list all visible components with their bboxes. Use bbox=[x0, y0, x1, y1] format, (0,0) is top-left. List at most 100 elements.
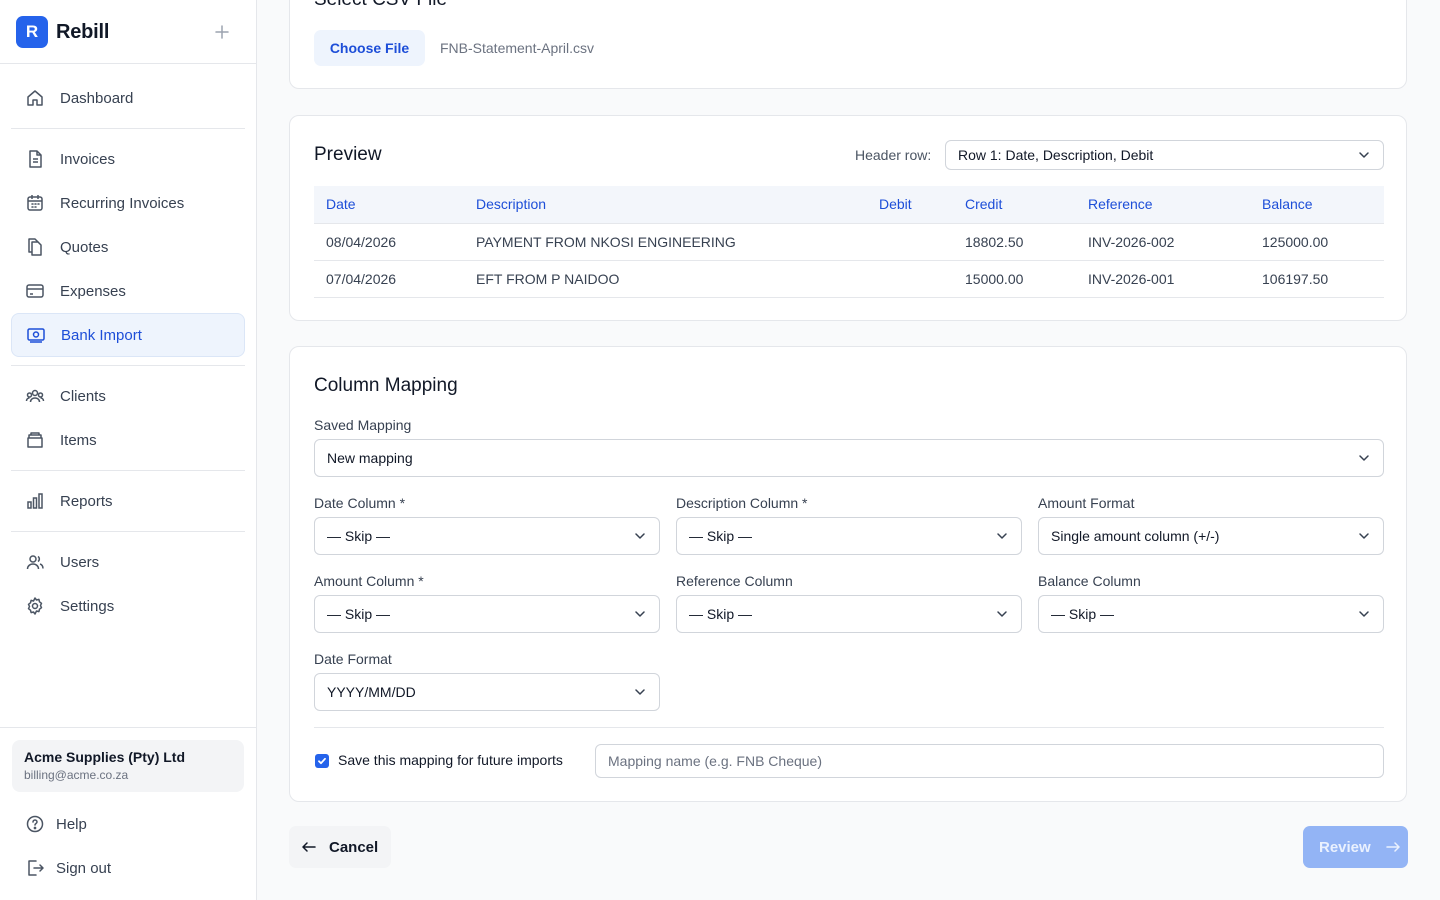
table-cell: 106197.50 bbox=[1250, 260, 1384, 298]
sidebar-item-label: Settings bbox=[60, 597, 115, 615]
saved-mapping-label: Saved Mapping bbox=[314, 417, 412, 433]
column-header: Date bbox=[314, 186, 464, 224]
date-column-select[interactable]: — Skip — bbox=[314, 517, 660, 555]
table-cell: 15000.00 bbox=[953, 260, 1076, 298]
table-cell: 07/04/2026 bbox=[314, 260, 464, 298]
brand-name: Rebill bbox=[56, 20, 110, 43]
chevron-down-icon bbox=[1359, 152, 1369, 158]
sidebar-item-bank-import[interactable]: Bank Import bbox=[11, 313, 245, 357]
sidebar-item-dashboard[interactable]: Dashboard bbox=[11, 76, 245, 120]
description-column-select[interactable]: — Skip — bbox=[676, 517, 1022, 555]
plus-icon[interactable] bbox=[210, 20, 234, 44]
sidebar-item-label: Reports bbox=[60, 492, 113, 510]
sign-out-link[interactable]: Sign out bbox=[24, 856, 111, 880]
sidebar-item-expenses[interactable]: Expenses bbox=[11, 269, 245, 313]
card-title: Column Mapping bbox=[314, 375, 458, 396]
card-title: Preview bbox=[314, 144, 382, 165]
credit-card-icon bbox=[24, 280, 46, 302]
brand[interactable]: R Rebill bbox=[16, 16, 109, 48]
help-label: Help bbox=[56, 815, 87, 833]
sidebar-item-label: Invoices bbox=[60, 150, 116, 168]
review-label: Review bbox=[1319, 838, 1371, 856]
help-circle-icon bbox=[24, 813, 46, 835]
review-button[interactable]: Review bbox=[1303, 826, 1408, 868]
cancel-label: Cancel bbox=[329, 838, 379, 856]
table-cell bbox=[867, 223, 953, 261]
chevron-down-icon bbox=[997, 611, 1007, 617]
calendar-icon bbox=[24, 192, 46, 214]
table-cell: EFT FROM P NAIDOO bbox=[464, 260, 867, 298]
check-icon bbox=[318, 757, 326, 765]
description-column-value: — Skip — bbox=[689, 528, 753, 544]
gear-icon bbox=[24, 595, 46, 617]
chevron-down-icon bbox=[635, 533, 645, 539]
nav-divider bbox=[11, 128, 245, 129]
banknote-icon bbox=[25, 324, 47, 346]
header-row-value: Row 1: Date, Description, Debit bbox=[958, 147, 1154, 163]
document-icon bbox=[24, 148, 46, 170]
sidebar-item-recurring-invoices[interactable]: Recurring Invoices bbox=[11, 181, 245, 225]
cancel-button[interactable]: Cancel bbox=[289, 826, 391, 868]
chevron-down-icon bbox=[635, 689, 645, 695]
sidebar-item-quotes[interactable]: Quotes bbox=[11, 225, 245, 269]
sidebar-item-reports[interactable]: Reports bbox=[11, 479, 245, 523]
column-header: Description bbox=[464, 186, 867, 224]
column-header: Debit bbox=[867, 186, 953, 224]
home-icon bbox=[24, 87, 46, 109]
arrow-right-icon bbox=[1385, 839, 1401, 855]
balance-column-select[interactable]: — Skip — bbox=[1038, 595, 1384, 633]
table-cell: INV-2026-001 bbox=[1076, 260, 1250, 298]
amount-format-value: Single amount column (+/-) bbox=[1051, 528, 1220, 544]
column-header: Balance bbox=[1250, 186, 1384, 224]
sidebar-item-invoices[interactable]: Invoices bbox=[11, 137, 245, 181]
sidebar-item-label: Users bbox=[60, 553, 100, 571]
account-card[interactable]: Acme Supplies (Pty) Ltd billing@acme.co.… bbox=[12, 740, 244, 792]
save-mapping-label[interactable]: Save this mapping for future imports bbox=[338, 752, 563, 768]
balance-column-value: — Skip — bbox=[1051, 606, 1115, 622]
choose-file-button[interactable]: Choose File bbox=[314, 30, 425, 66]
date-column-label: Date Column * bbox=[314, 495, 406, 511]
table-cell: 08/04/2026 bbox=[314, 223, 464, 261]
date-format-label: Date Format bbox=[314, 651, 392, 667]
sign-out-icon bbox=[24, 857, 46, 879]
saved-mapping-select[interactable]: New mapping bbox=[314, 439, 1384, 477]
sidebar-item-settings[interactable]: Settings bbox=[11, 584, 245, 628]
users-icon bbox=[24, 385, 46, 407]
sidebar-item-users[interactable]: Users bbox=[11, 540, 245, 584]
sidebar-divider bbox=[0, 63, 256, 64]
sidebar-item-items[interactable]: Items bbox=[11, 418, 245, 462]
table-row: 07/04/2026 EFT FROM P NAIDOO 15000.00 IN… bbox=[314, 260, 1384, 298]
amount-column-select[interactable]: — Skip — bbox=[314, 595, 660, 633]
reference-column-label: Reference Column bbox=[676, 573, 793, 589]
mapping-name-input[interactable] bbox=[595, 744, 1384, 778]
sign-out-label: Sign out bbox=[56, 859, 112, 877]
date-format-select[interactable]: YYYY/MM/DD bbox=[314, 673, 660, 711]
chevron-down-icon bbox=[997, 533, 1007, 539]
reference-column-value: — Skip — bbox=[689, 606, 753, 622]
header-row-select[interactable]: Row 1: Date, Description, Debit bbox=[945, 140, 1384, 170]
chevron-down-icon bbox=[1359, 455, 1369, 461]
saved-mapping-value: New mapping bbox=[327, 450, 413, 466]
sidebar-item-label: Dashboard bbox=[60, 89, 134, 107]
sidebar-item-label: Items bbox=[60, 431, 97, 449]
copy-icon bbox=[24, 236, 46, 258]
sidebar-item-clients[interactable]: Clients bbox=[11, 374, 245, 418]
box-icon bbox=[24, 429, 46, 451]
balance-column-label: Balance Column bbox=[1038, 573, 1141, 589]
table-cell: 125000.00 bbox=[1250, 223, 1384, 261]
table-cell: 18802.50 bbox=[953, 223, 1076, 261]
reference-column-select[interactable]: — Skip — bbox=[676, 595, 1022, 633]
amount-column-value: — Skip — bbox=[327, 606, 391, 622]
sidebar-item-label: Expenses bbox=[60, 282, 126, 300]
column-header: Credit bbox=[953, 186, 1076, 224]
section-divider bbox=[314, 727, 1384, 728]
help-link[interactable]: Help bbox=[24, 812, 87, 836]
sidebar-item-label: Clients bbox=[60, 387, 106, 405]
select-file-card: Select CSV File Choose File FNB-Statemen… bbox=[289, 0, 1407, 89]
save-mapping-checkbox[interactable] bbox=[315, 754, 329, 768]
chevron-down-icon bbox=[1359, 533, 1369, 539]
table-cell bbox=[867, 260, 953, 298]
amount-format-select[interactable]: Single amount column (+/-) bbox=[1038, 517, 1384, 555]
date-format-value: YYYY/MM/DD bbox=[327, 684, 416, 700]
account-name: Acme Supplies (Pty) Ltd bbox=[24, 749, 186, 765]
